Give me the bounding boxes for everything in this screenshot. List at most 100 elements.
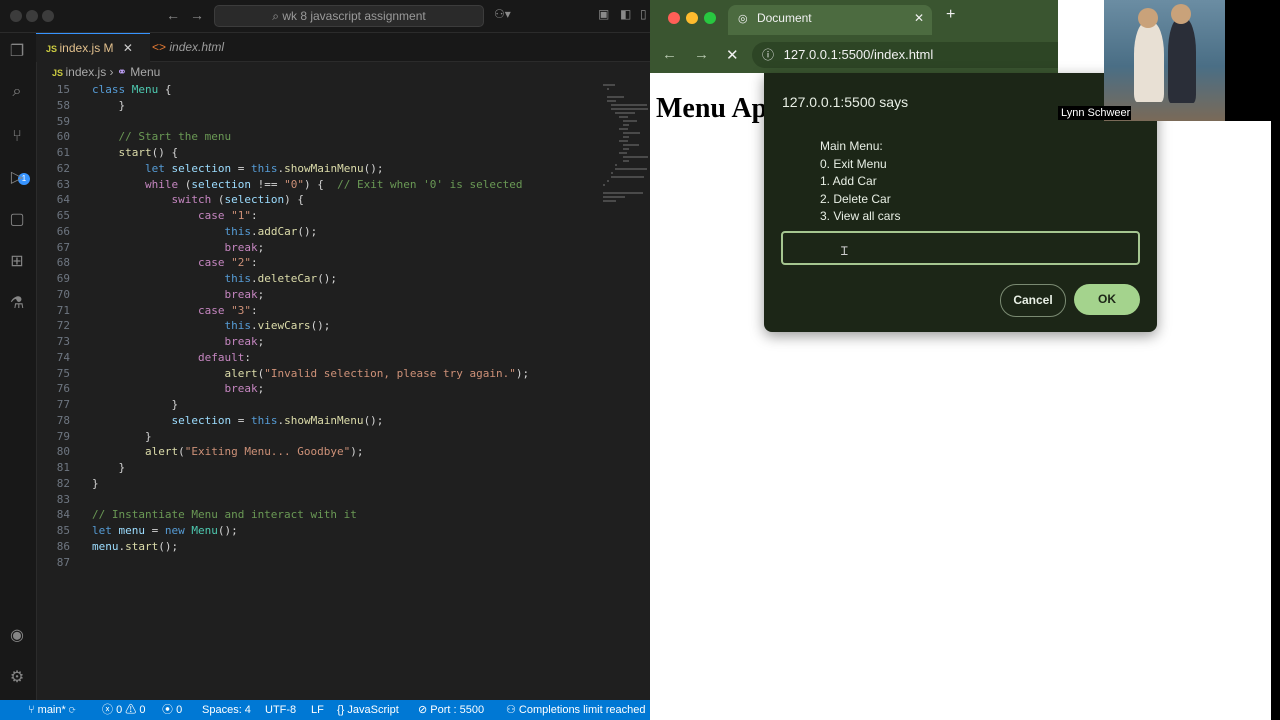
code-line[interactable]: 80 alert("Exiting Menu... Goodbye"); <box>36 444 364 460</box>
settings-gear-icon[interactable]: ⚙ <box>8 669 26 687</box>
video-background <box>1225 0 1280 121</box>
stop-loading-icon[interactable]: ✕ <box>726 46 739 64</box>
copilot-status[interactable]: ⚇ Completions limit reached <box>506 700 645 720</box>
copilot-icon[interactable]: ⚇▾ <box>494 7 511 21</box>
code-line[interactable]: 64 switch (selection) { <box>36 192 304 208</box>
address-bar[interactable]: ⓘ 127.0.0.1:5500/index.html <box>752 42 1058 68</box>
extensions-icon[interactable]: ⊞ <box>8 253 26 271</box>
code-line[interactable]: 77 } <box>36 397 178 413</box>
code-token: } <box>92 461 126 474</box>
code-token: this <box>92 224 251 238</box>
video-thumbnail[interactable] <box>1104 0 1225 121</box>
minimize-window-dot[interactable] <box>26 10 38 22</box>
explorer-icon[interactable]: ❐ <box>8 43 26 61</box>
new-tab-icon[interactable]: + <box>946 6 955 24</box>
close-tab-icon[interactable]: ✕ <box>914 5 924 31</box>
code-token: menu <box>92 539 119 553</box>
minimap-line <box>615 164 617 166</box>
code-line[interactable]: 72 this.viewCars(); <box>36 318 331 334</box>
maximize-window-dot[interactable] <box>704 12 716 24</box>
tab-label: index.js <box>59 41 101 55</box>
line-number: 75 <box>56 366 70 380</box>
code-line[interactable]: 71 case "3": <box>36 303 258 319</box>
code-token: break <box>92 240 258 254</box>
ok-button[interactable]: OK <box>1074 284 1140 315</box>
close-window-dot[interactable] <box>668 12 680 24</box>
code-line[interactable]: 87 <box>36 555 92 571</box>
minimize-window-dot[interactable] <box>686 12 698 24</box>
eol-status[interactable]: LF <box>311 700 324 720</box>
forward-arrow-icon[interactable]: → <box>190 7 204 23</box>
code-line[interactable]: 61 start() { <box>36 145 178 161</box>
code-line[interactable]: 15 class Menu { <box>36 82 172 98</box>
split-editor-icon[interactable]: ▯ <box>640 7 647 21</box>
testing-icon[interactable]: ⚗ <box>8 295 26 313</box>
code-line[interactable]: 83 <box>36 492 92 508</box>
code-line[interactable]: 81 } <box>36 460 125 476</box>
code-line[interactable]: 59 <box>36 114 92 130</box>
code-line[interactable]: 70 break; <box>36 287 264 303</box>
code-line[interactable]: 84 // Instantiate Menu and interact with … <box>36 507 357 523</box>
line-number: 81 <box>56 461 70 474</box>
code-line[interactable]: 69 this.deleteCar(); <box>36 271 337 287</box>
prompt-input[interactable]: Ɪ <box>781 231 1140 265</box>
breadcrumb-symbol[interactable]: Menu <box>130 65 160 79</box>
code-line[interactable]: 78 selection = this.showMainMenu(); <box>36 413 384 429</box>
code-token: ; <box>257 240 265 254</box>
code-line[interactable]: 76 break; <box>36 381 264 397</box>
code-line[interactable]: 60 // Start the menu <box>36 129 231 145</box>
tab-index-html[interactable]: <> index.html <box>142 33 262 61</box>
toggle-sidebar-icon[interactable]: ◧ <box>620 7 631 21</box>
code-line[interactable]: 58 } <box>36 98 125 114</box>
branch-status[interactable]: ⑂ main* ⟳ <box>28 700 75 720</box>
maximize-window-dot[interactable] <box>42 10 54 22</box>
search-icon[interactable]: ⌕ <box>8 83 26 101</box>
layout-panel-icon[interactable]: ▣ <box>598 7 609 21</box>
back-arrow-icon[interactable]: ← <box>662 46 677 63</box>
language-status[interactable]: {} JavaScript <box>337 700 399 720</box>
code-editor[interactable]: 15 class Menu {58 } 59 60 // Start the menu… <box>36 82 601 700</box>
code-line[interactable]: 62 let selection = this.showMainMenu(); <box>36 161 384 177</box>
code-line[interactable]: 82} <box>36 476 99 492</box>
cancel-button[interactable]: Cancel <box>1000 284 1066 317</box>
close-tab-icon[interactable]: ✕ <box>123 41 133 55</box>
code-line[interactable]: 86 menu.start(); <box>36 539 178 555</box>
info-icon: ⓘ <box>762 48 775 62</box>
code-line[interactable]: 79 } <box>36 429 152 445</box>
problems-status[interactable]: ⓧ 0 ⚠ 0 <box>102 700 145 720</box>
spaces-status[interactable]: Spaces: 4 <box>202 700 251 720</box>
code-line[interactable]: 65 case "1": <box>36 208 258 224</box>
error-count: 0 <box>116 704 123 716</box>
completions-label: Completions limit reached <box>518 704 646 716</box>
code-token: case <box>92 209 232 222</box>
code-line[interactable]: 74 default: <box>36 350 251 366</box>
line-number: 86 <box>56 539 70 553</box>
code-line[interactable]: 73 break; <box>36 334 264 350</box>
code-token: this <box>250 413 278 427</box>
browser-tab[interactable]: ◎ Document ✕ <box>728 5 932 35</box>
participant-head <box>1171 4 1191 24</box>
ports-status[interactable]: ⦿ 0 <box>162 700 182 720</box>
account-icon[interactable]: ◉ <box>8 627 26 645</box>
vscode-titlebar: ← → ⌕ wk 8 javascript assignment ⚇▾ ▣ ◧ … <box>0 0 650 33</box>
forward-arrow-icon[interactable]: → <box>694 46 709 63</box>
live-server-status[interactable]: ⊘ Port : 5500 <box>418 700 484 720</box>
minimap-line <box>603 192 643 194</box>
command-center-search[interactable]: ⌕ wk 8 javascript assignment <box>214 5 484 27</box>
code-line[interactable]: 63 while (selection !== "0") { // Exit w… <box>36 177 523 193</box>
code-line[interactable]: 67 break; <box>36 240 264 256</box>
run-debug-icon[interactable]: ▷ <box>8 169 26 187</box>
back-arrow-icon[interactable]: ← <box>166 7 180 23</box>
source-control-icon[interactable]: ⑂ <box>8 128 26 146</box>
encoding-status[interactable]: UTF-8 <box>265 700 296 720</box>
code-line[interactable]: 85 let menu = new Menu(); <box>36 523 238 539</box>
minimap[interactable] <box>603 82 648 242</box>
code-line[interactable]: 75 alert("Invalid selection, please try … <box>36 366 529 382</box>
code-line[interactable]: 66 this.addCar(); <box>36 224 317 240</box>
code-token: : <box>244 350 251 364</box>
close-window-dot[interactable] <box>10 10 22 22</box>
remote-explorer-icon[interactable]: ▢ <box>8 211 26 229</box>
code-line[interactable]: 68 case "2": <box>36 255 258 271</box>
breadcrumb-file[interactable]: index.js <box>66 65 107 79</box>
tab-index-js[interactable]: JS index.js M ✕ <box>36 33 150 62</box>
